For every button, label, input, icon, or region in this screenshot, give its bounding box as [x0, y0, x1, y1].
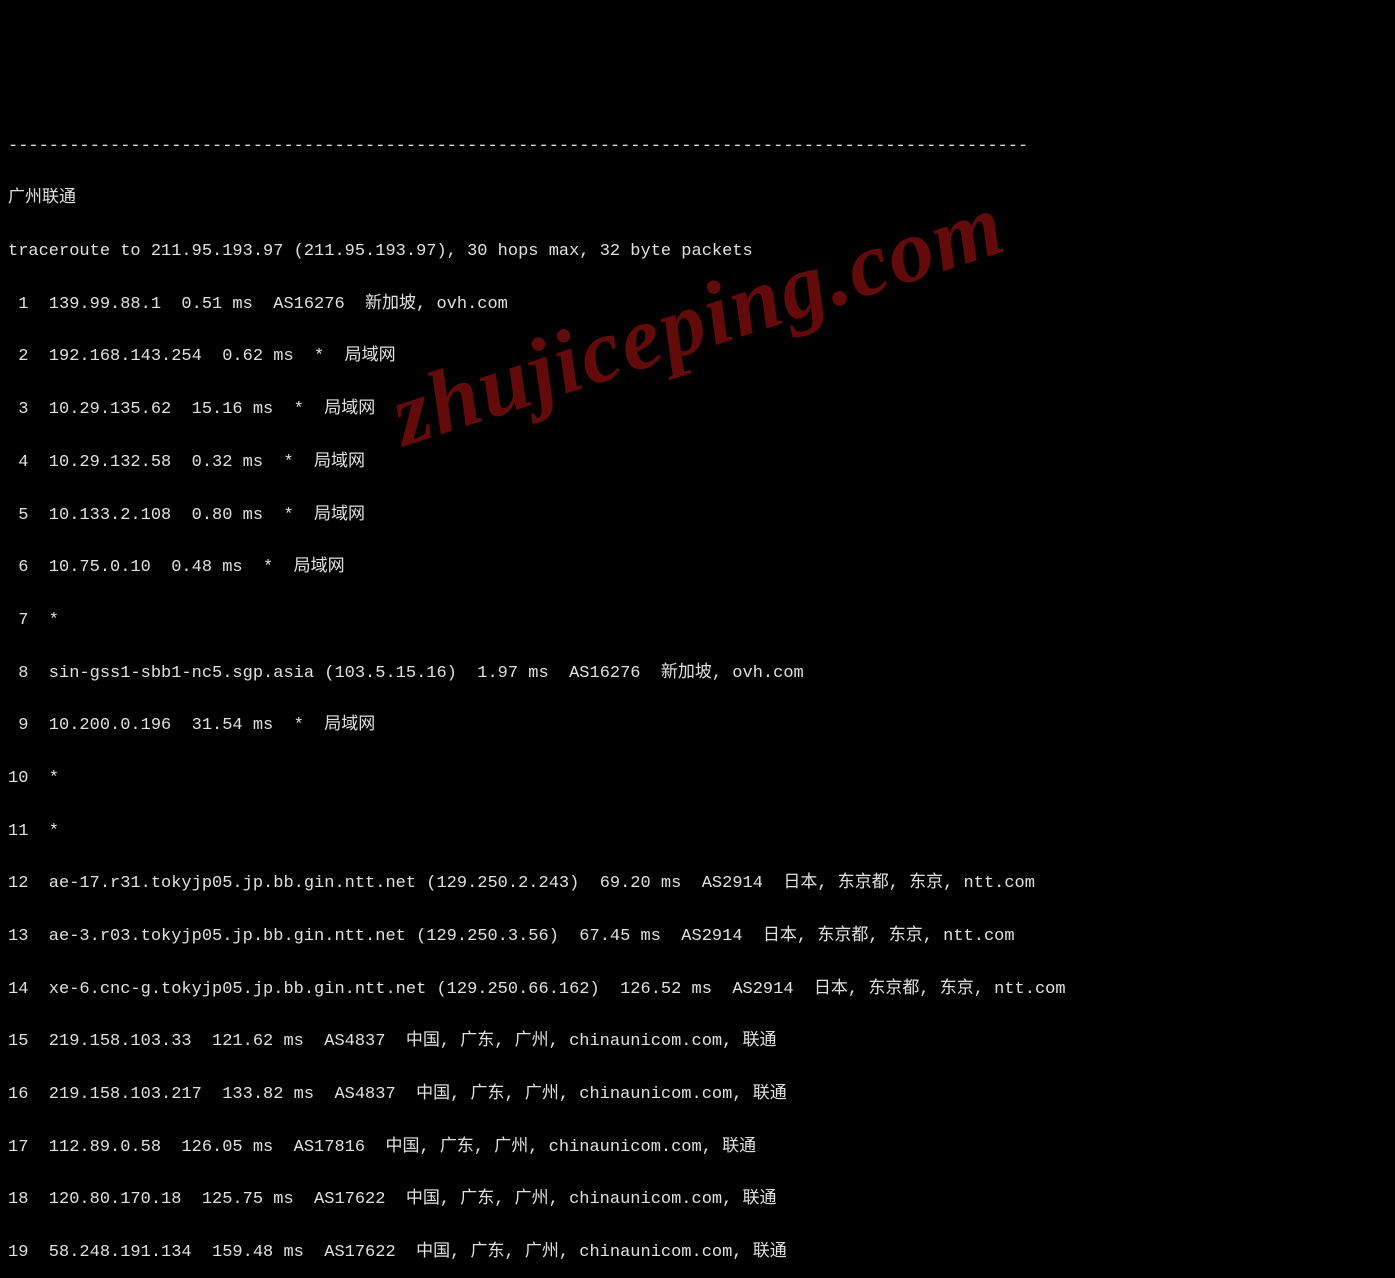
hop-line: 15 219.158.103.33 121.62 ms AS4837 中国, 广…: [8, 1029, 1387, 1055]
hop-line: 8 sin-gss1-sbb1-nc5.sgp.asia (103.5.15.1…: [8, 661, 1387, 687]
traceroute-command-line: traceroute to 211.95.193.97 (211.95.193.…: [8, 239, 1387, 265]
hop-line: 3 10.29.135.62 15.16 ms * 局域网: [8, 397, 1387, 423]
hop-line: 16 219.158.103.217 133.82 ms AS4837 中国, …: [8, 1082, 1387, 1108]
hop-line: 17 112.89.0.58 126.05 ms AS17816 中国, 广东,…: [8, 1135, 1387, 1161]
hop-line: 9 10.200.0.196 31.54 ms * 局域网: [8, 713, 1387, 739]
terminal-output: ----------------------------------------…: [0, 105, 1395, 1278]
hop-line: 14 xe-6.cnc-g.tokyjp05.jp.bb.gin.ntt.net…: [8, 977, 1387, 1003]
hop-line: 5 10.133.2.108 0.80 ms * 局域网: [8, 503, 1387, 529]
hop-line: 19 58.248.191.134 159.48 ms AS17622 中国, …: [8, 1240, 1387, 1266]
hop-line: 11 *: [8, 819, 1387, 845]
location-header: 广州联通: [8, 186, 1387, 212]
hop-line: 6 10.75.0.10 0.48 ms * 局域网: [8, 555, 1387, 581]
hop-line: 18 120.80.170.18 125.75 ms AS17622 中国, 广…: [8, 1187, 1387, 1213]
hop-line: 7 *: [8, 608, 1387, 634]
hop-line: 12 ae-17.r31.tokyjp05.jp.bb.gin.ntt.net …: [8, 871, 1387, 897]
hop-line: 2 192.168.143.254 0.62 ms * 局域网: [8, 344, 1387, 370]
separator-line: ----------------------------------------…: [8, 134, 1387, 160]
hop-line: 10 *: [8, 766, 1387, 792]
hop-line: 1 139.99.88.1 0.51 ms AS16276 新加坡, ovh.c…: [8, 292, 1387, 318]
hop-line: 4 10.29.132.58 0.32 ms * 局域网: [8, 450, 1387, 476]
hop-line: 13 ae-3.r03.tokyjp05.jp.bb.gin.ntt.net (…: [8, 924, 1387, 950]
